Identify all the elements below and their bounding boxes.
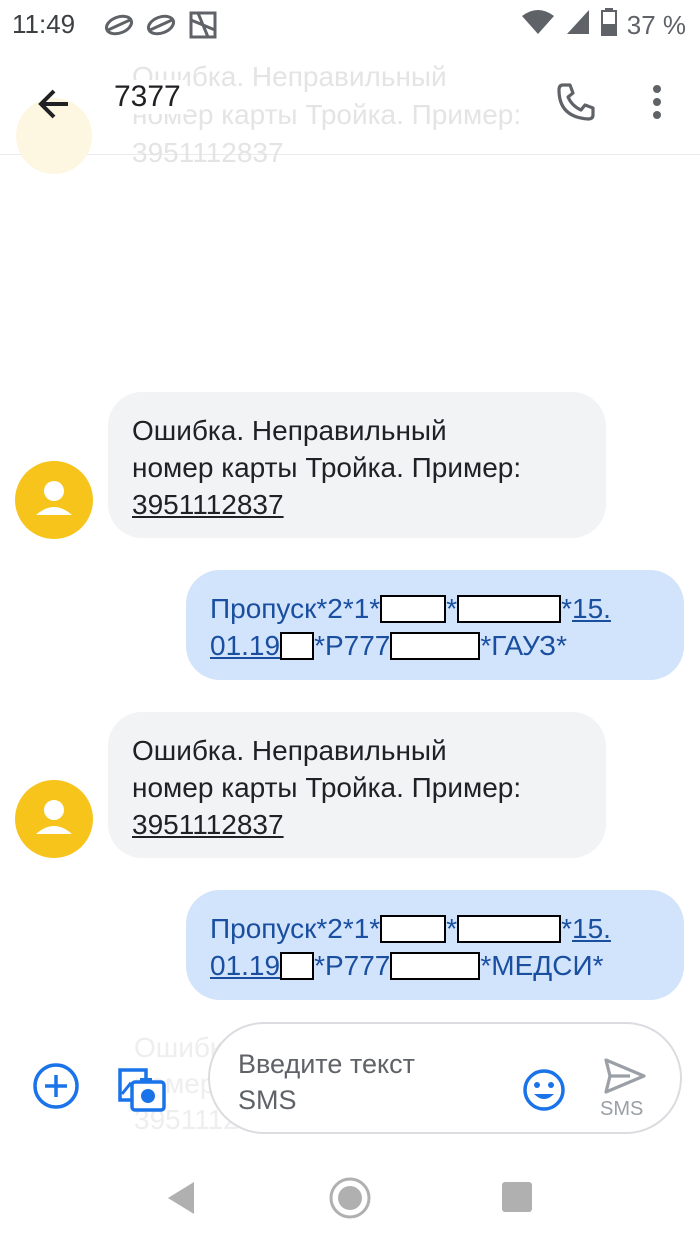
person-icon bbox=[36, 481, 72, 515]
date-link[interactable]: 01.19 bbox=[210, 630, 280, 661]
send-icon bbox=[604, 1058, 646, 1094]
message-bubble-incoming[interactable]: Ошибка. Неправильный номер карты Тройка.… bbox=[108, 712, 606, 858]
message-bubble-outgoing[interactable]: Пропуск*2*1* * *15. 01.19 *Р777 *МЕДСИ* bbox=[186, 890, 684, 1000]
emoji-icon bbox=[523, 1069, 565, 1111]
triangle-back-icon bbox=[168, 1182, 194, 1214]
home-circle-icon bbox=[329, 1177, 371, 1219]
more-vert-icon bbox=[653, 85, 661, 119]
status-bar: 11:49 37 % bbox=[0, 0, 700, 50]
gallery-button[interactable] bbox=[116, 1064, 168, 1114]
date-link[interactable]: 01.19 bbox=[210, 950, 280, 981]
date-link[interactable]: 15. bbox=[572, 593, 611, 624]
redacted-block bbox=[390, 952, 481, 980]
message-input-placeholder: Введите текст SMS bbox=[238, 1049, 415, 1115]
ghost-message-text: Ошибка. Неправильный номер карты Тройка.… bbox=[132, 61, 522, 168]
wifi-icon bbox=[521, 8, 555, 43]
emoji-button[interactable] bbox=[522, 1068, 566, 1112]
redacted-block bbox=[390, 632, 481, 660]
redacted-block bbox=[457, 595, 562, 623]
redacted-block bbox=[380, 595, 447, 623]
more-options-button[interactable] bbox=[640, 80, 674, 124]
back-button[interactable] bbox=[34, 82, 78, 126]
notification-icon bbox=[104, 10, 134, 45]
message-bubble-outgoing[interactable]: Пропуск*2*1* * *15. 01.19 *Р777 *ГАУЗ* bbox=[186, 570, 684, 680]
message-input[interactable]: Введите текст SMS SMS bbox=[208, 1022, 682, 1134]
redacted-block bbox=[280, 952, 315, 980]
arrow-back-icon bbox=[38, 89, 68, 119]
send-mode-label: SMS bbox=[600, 1098, 644, 1120]
status-time: 11:49 bbox=[12, 9, 76, 39]
nav-home-button[interactable] bbox=[328, 1176, 372, 1220]
redacted-block bbox=[457, 915, 562, 943]
redacted-block bbox=[380, 915, 447, 943]
nav-recents-button[interactable] bbox=[502, 1182, 532, 1212]
status-indicators: 37 % bbox=[521, 8, 686, 43]
nav-back-button[interactable] bbox=[166, 1180, 196, 1216]
call-button[interactable] bbox=[554, 80, 598, 124]
date-link[interactable]: 15. bbox=[572, 913, 611, 944]
add-circle-icon bbox=[33, 1063, 79, 1109]
battery-icon bbox=[600, 8, 617, 43]
gallery-camera-icon bbox=[118, 1068, 166, 1112]
phone-icon bbox=[557, 83, 595, 121]
phone-number-link[interactable]: 3951112837 bbox=[132, 486, 582, 523]
message-bubble-incoming[interactable]: Ошибка. Неправильный номер карты Тройка.… bbox=[108, 392, 606, 538]
notification-icon bbox=[188, 10, 218, 45]
battery-percent: 37 % bbox=[626, 10, 686, 40]
add-attachment-button[interactable] bbox=[32, 1062, 80, 1110]
conversation-title: 7377 bbox=[108, 80, 187, 114]
signal-icon bbox=[565, 8, 591, 43]
phone-number-link[interactable]: 3951112837 bbox=[132, 806, 582, 843]
notification-icon bbox=[146, 10, 176, 45]
redacted-block bbox=[280, 632, 315, 660]
person-icon bbox=[36, 800, 72, 834]
contact-avatar[interactable] bbox=[15, 461, 93, 539]
system-navigation-bar bbox=[0, 1150, 700, 1244]
contact-avatar[interactable] bbox=[15, 780, 93, 858]
app-bar: Ошибка. Неправильный номер карты Тройка.… bbox=[0, 50, 700, 174]
